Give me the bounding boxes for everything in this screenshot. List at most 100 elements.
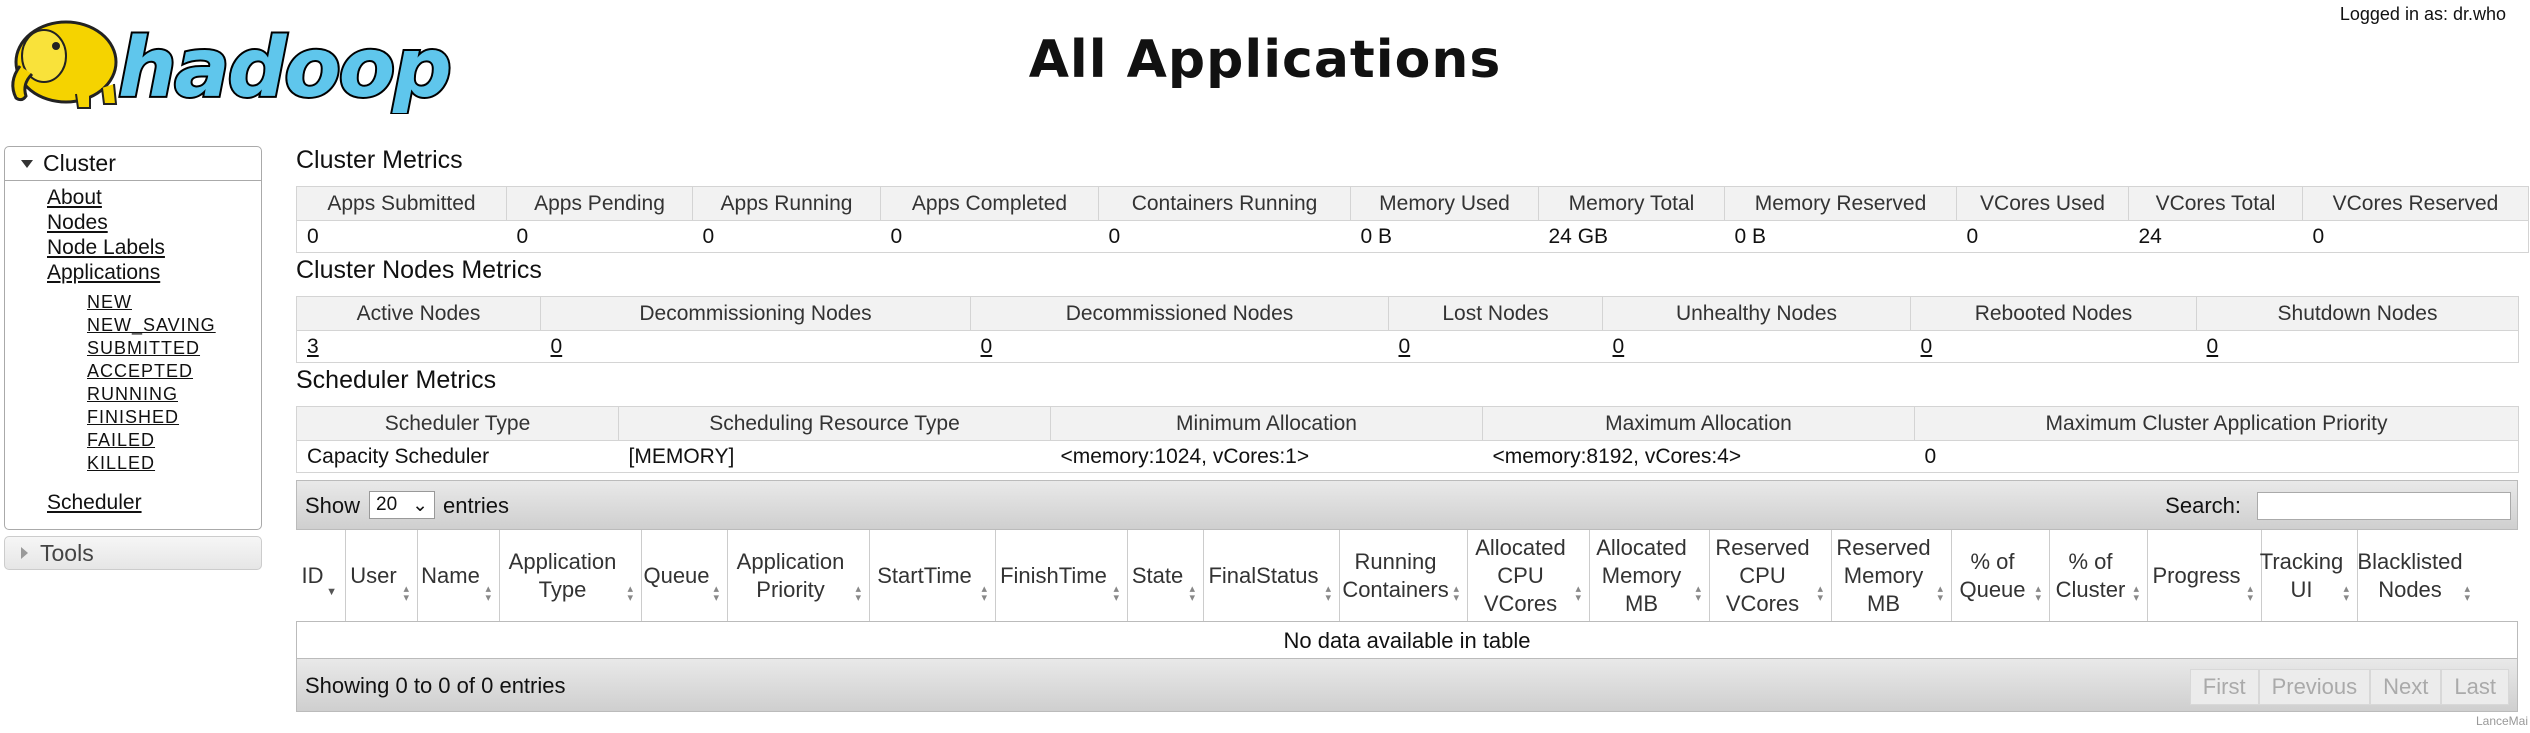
login-status: Logged in as: dr.who <box>2339 4 2506 24</box>
shutdown-nodes-link[interactable]: 0 <box>2207 335 2219 358</box>
cluster-metrics-table: Apps Submitted Apps Pending Apps Running… <box>296 186 2529 253</box>
column-label: % of Queue <box>1959 548 2026 602</box>
scheduler-metrics-header-row: Scheduler Type Scheduling Resource Type … <box>296 406 2519 441</box>
applications-table-toolbar: Show 20 ⌄ entries Search: <box>296 480 2518 530</box>
column-label: Allocated Memory MB <box>1596 534 1687 616</box>
nav-cluster-header[interactable]: Cluster <box>5 147 261 181</box>
nav-link-applications[interactable]: Applications <box>47 260 165 285</box>
applications-table-footer: Showing 0 to 0 of 0 entries First Previo… <box>296 658 2518 712</box>
cluster-metrics-header-row: Apps Submitted Apps Pending Apps Running… <box>296 186 2529 221</box>
column-label: FinalStatus <box>1208 562 1319 588</box>
sort-icon: ▴ ▾ <box>1937 583 1943 604</box>
sort-icon: ▴ ▾ <box>1453 583 1459 604</box>
sort-icon: ▴ ▾ <box>2133 583 2139 604</box>
page-size-value: 20 <box>376 494 398 515</box>
table-cell: 0 B <box>1724 220 1957 253</box>
table-cell: 0 <box>1388 330 1603 363</box>
table-cell: 0 <box>506 220 693 253</box>
decommissioned-nodes-link[interactable]: 0 <box>981 335 993 358</box>
search-input[interactable] <box>2257 492 2511 520</box>
scheduler-metrics-table: Scheduler Type Scheduling Resource Type … <box>296 406 2519 473</box>
column-header-reserved-cpu-vcores[interactable]: Reserved CPU VCores ▴ ▾ <box>1710 530 1832 621</box>
column-header-reserved-memory-mb[interactable]: Reserved Memory MB ▴ ▾ <box>1832 530 1952 621</box>
pagination: First Previous Next Last <box>2189 669 2509 705</box>
nav-link-scheduler[interactable]: Scheduler <box>47 491 142 515</box>
watermark: LanceMai <box>2475 714 2528 728</box>
pagination-last-button[interactable]: Last <box>2441 669 2509 705</box>
nav-state-finished[interactable]: FINISHED <box>87 406 216 429</box>
column-label: Reserved CPU VCores <box>1715 534 1810 616</box>
column-label: StartTime <box>877 562 972 588</box>
column-header: Minimum Allocation <box>1050 406 1483 441</box>
table-cell: 0 <box>296 220 507 253</box>
column-header-application-priority[interactable]: Application Priority ▴ ▾ <box>728 530 870 621</box>
column-header: Scheduler Type <box>296 406 619 441</box>
column-header-name[interactable]: Name ▴ ▾ <box>418 530 500 621</box>
column-header: Lost Nodes <box>1388 296 1603 331</box>
nav-state-new[interactable]: NEW <box>87 291 216 314</box>
column-header-running-containers[interactable]: Running Containers ▴ ▾ <box>1340 530 1468 621</box>
sort-icon: ▴ ▾ <box>1189 583 1195 604</box>
nav-state-killed[interactable]: KILLED <box>87 452 216 475</box>
nav-state-new-saving[interactable]: NEW_SAVING <box>87 314 216 337</box>
column-label: Queue <box>643 562 710 588</box>
column-header-finalstatus[interactable]: FinalStatus ▴ ▾ <box>1204 530 1340 621</box>
column-header: Rebooted Nodes <box>1910 296 2197 331</box>
column-header: Unhealthy Nodes <box>1602 296 1911 331</box>
pagination-first-button[interactable]: First <box>2189 669 2259 705</box>
nav-state-submitted[interactable]: SUBMITTED <box>87 337 216 360</box>
sort-icon: ▴ ▾ <box>1113 583 1119 604</box>
page-size-select[interactable]: 20 ⌄ <box>369 491 435 519</box>
column-label: Reserved Memory MB <box>1836 534 1931 616</box>
decommissioning-nodes-link[interactable]: 0 <box>551 335 563 358</box>
column-header-allocated-memory-mb[interactable]: Allocated Memory MB ▴ ▾ <box>1590 530 1710 621</box>
nav-tools-header[interactable]: Tools <box>4 536 262 570</box>
nav-cluster-links: About Nodes Node Labels Applications <box>47 185 165 285</box>
column-header-progress[interactable]: Progress ▴ ▾ <box>2148 530 2262 621</box>
unhealthy-nodes-link[interactable]: 0 <box>1613 335 1625 358</box>
table-info: Showing 0 to 0 of 0 entries <box>305 673 566 698</box>
nav-link-about[interactable]: About <box>47 185 165 210</box>
column-header: Active Nodes <box>296 296 541 331</box>
column-header: Memory Used <box>1350 186 1539 221</box>
nav-link-nodes[interactable]: Nodes <box>47 210 165 235</box>
column-header-queue[interactable]: Queue ▴ ▾ <box>642 530 728 621</box>
column-header-blacklisted-nodes[interactable]: Blacklisted Nodes ▴ ▾ <box>2357 530 2478 621</box>
column-label: Application Priority <box>736 548 845 602</box>
column-header: Maximum Allocation <box>1482 406 1915 441</box>
column-header-starttime[interactable]: StartTime ▴ ▾ <box>870 530 996 621</box>
nav-state-accepted[interactable]: ACCEPTED <box>87 360 216 383</box>
pagination-next-button[interactable]: Next <box>2370 669 2442 705</box>
column-header-id[interactable]: ID ▼ <box>296 530 346 621</box>
column-header: Apps Completed <box>880 186 1099 221</box>
column-header: Maximum Cluster Application Priority <box>1914 406 2519 441</box>
nav-state-running[interactable]: RUNNING <box>87 383 216 406</box>
sort-icon: ▴ ▾ <box>627 583 633 604</box>
nav-state-failed[interactable]: FAILED <box>87 429 216 452</box>
node-metrics-title: Cluster Nodes Metrics <box>296 256 542 284</box>
column-header-user[interactable]: User ▴ ▾ <box>346 530 418 621</box>
sort-icon: ▴ ▾ <box>2247 583 2253 604</box>
active-nodes-link[interactable]: 3 <box>307 335 319 358</box>
column-header-finishtime[interactable]: FinishTime ▴ ▾ <box>996 530 1128 621</box>
column-header-percent-of-cluster[interactable]: % of Cluster ▴ ▾ <box>2050 530 2148 621</box>
table-cell: 0 <box>540 330 971 363</box>
column-header-allocated-cpu-vcores[interactable]: Allocated CPU VCores ▴ ▾ <box>1468 530 1590 621</box>
column-header: Apps Pending <box>506 186 693 221</box>
pagination-previous-button[interactable]: Previous <box>2258 669 2371 705</box>
nav-cluster-label: Cluster <box>43 150 116 176</box>
rebooted-nodes-link[interactable]: 0 <box>1921 335 1933 358</box>
column-label: ID <box>301 562 324 588</box>
column-header-state[interactable]: State ▴ ▾ <box>1128 530 1204 621</box>
column-header-tracking-ui[interactable]: Tracking UI ▴ ▾ <box>2259 530 2358 621</box>
column-label: % of Cluster <box>2055 548 2126 602</box>
column-label: Tracking UI <box>2259 548 2344 602</box>
column-header-percent-of-queue[interactable]: % of Queue ▴ ▾ <box>1952 530 2050 621</box>
table-cell: 0 <box>880 220 1099 253</box>
table-cell: 24 GB <box>1538 220 1725 253</box>
column-label: Allocated CPU VCores <box>1475 534 1566 616</box>
column-header-application-type[interactable]: Application Type ▴ ▾ <box>500 530 642 621</box>
table-cell: Capacity Scheduler <box>296 440 619 473</box>
lost-nodes-link[interactable]: 0 <box>1399 335 1411 358</box>
nav-link-node-labels[interactable]: Node Labels <box>47 235 165 260</box>
